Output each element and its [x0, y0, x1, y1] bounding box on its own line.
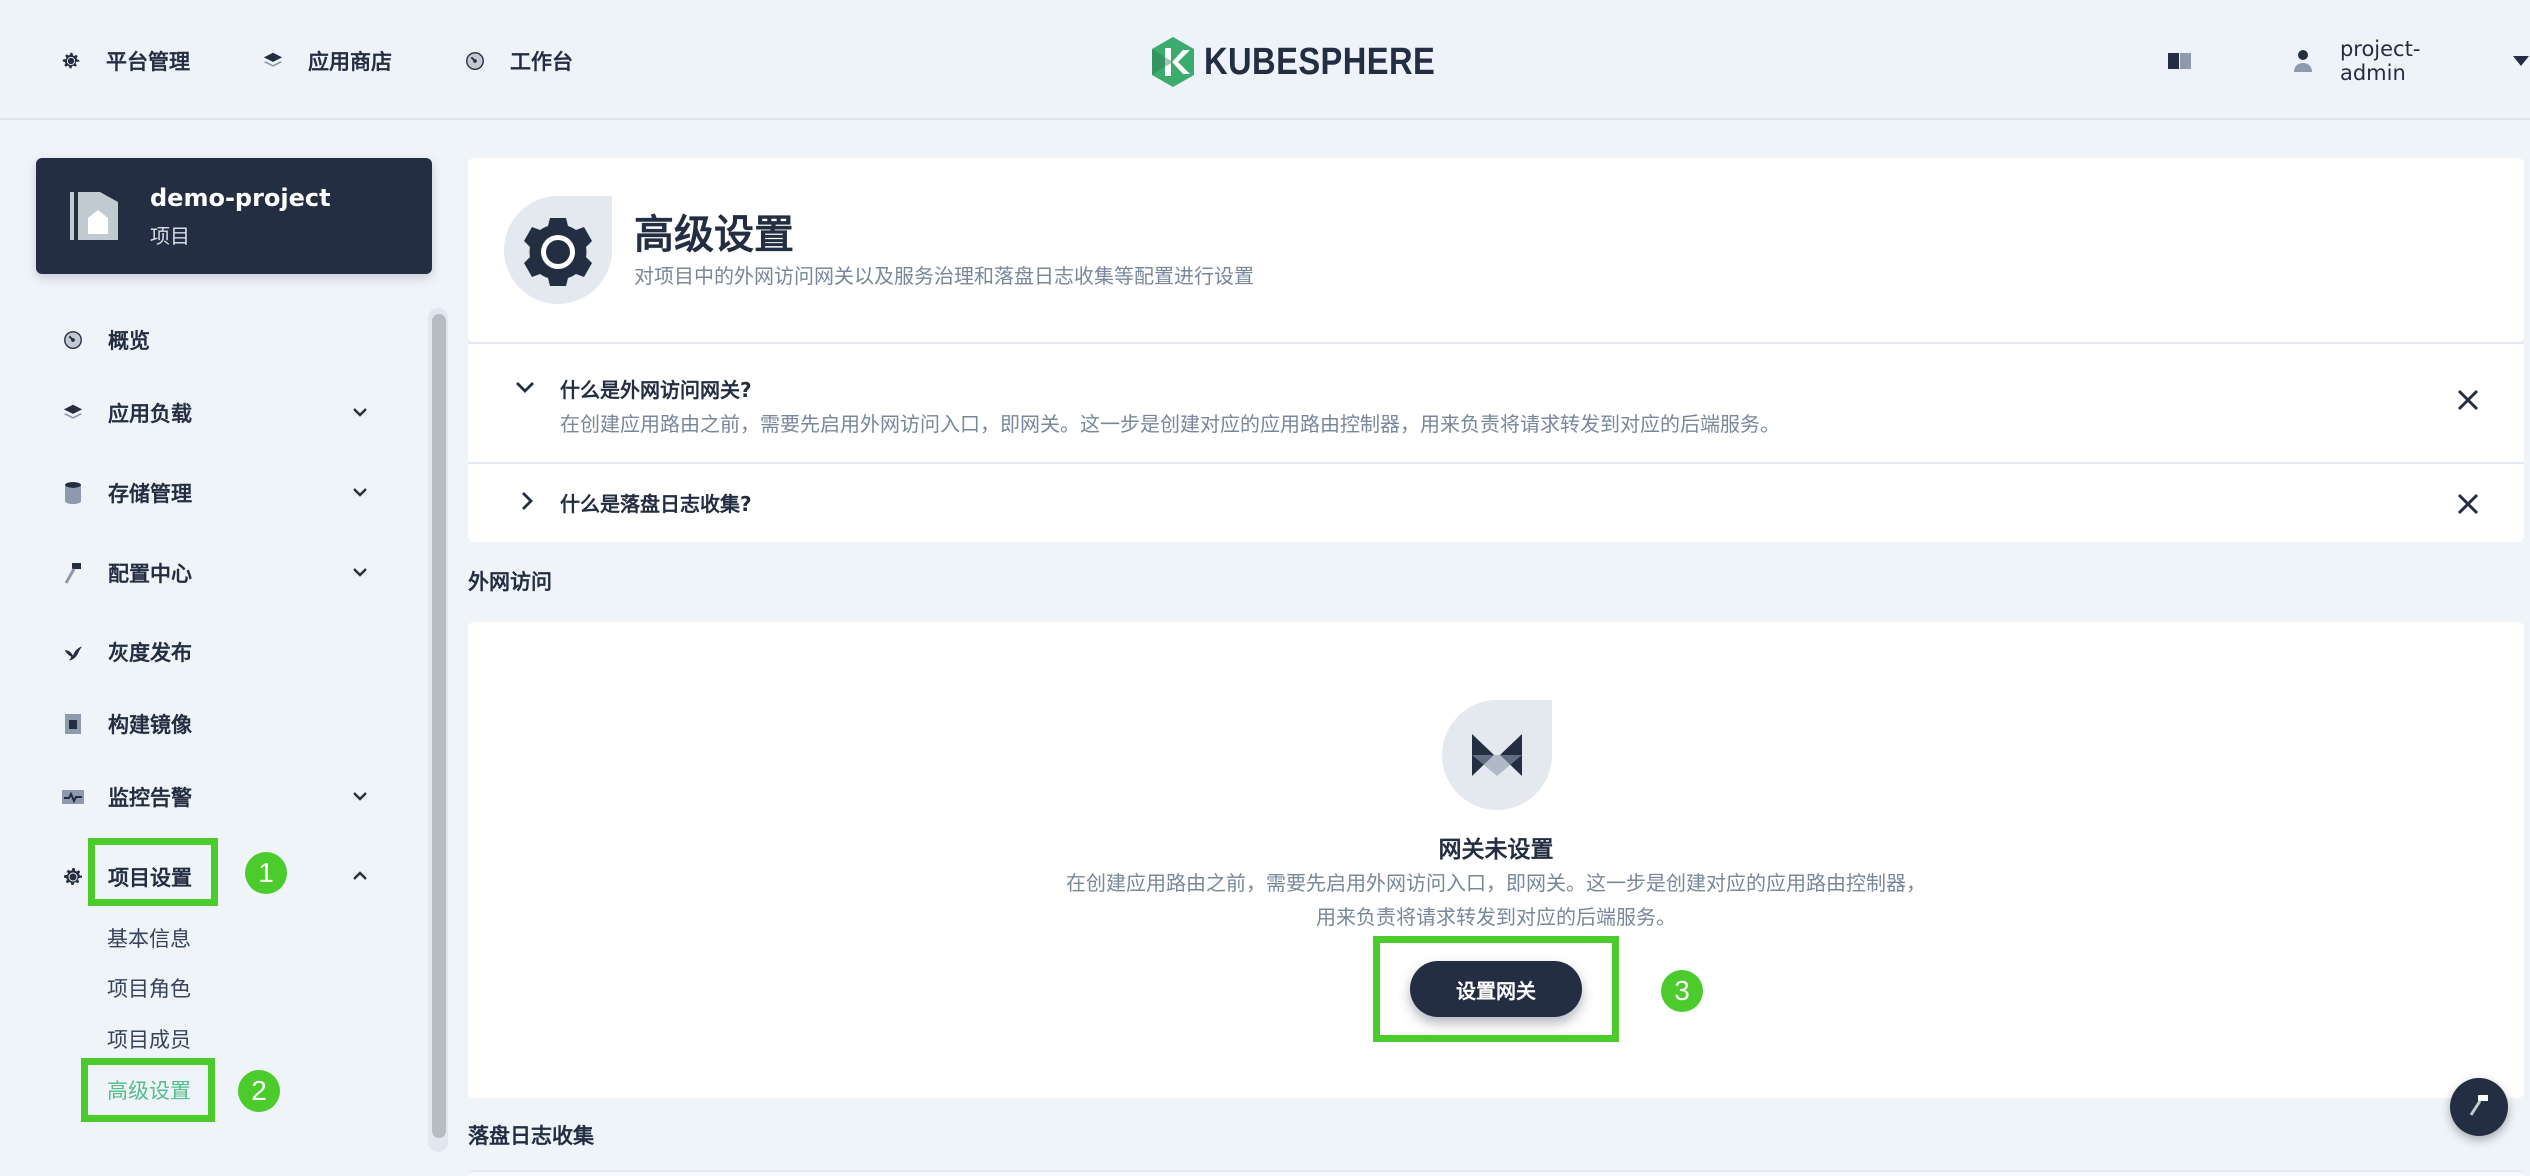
documentation-icon[interactable]	[2166, 48, 2194, 74]
tip-title: 什么是落盘日志收集?	[560, 492, 752, 516]
kubesphere-logo-icon	[1152, 37, 1194, 87]
sidebar-item-label: 存储管理	[108, 482, 192, 506]
sidebar-item-label: 应用负载	[108, 402, 192, 426]
bird-icon	[60, 639, 86, 665]
highlight-project-settings	[88, 838, 218, 906]
tip-gateway[interactable]: 什么是外网访问网关? 在创建应用路由之前，需要先启用外网访问入口，即网关。这一步…	[468, 342, 2524, 462]
chevron-down-icon	[350, 482, 370, 507]
page-title: 高级设置	[634, 212, 794, 258]
dashboard-icon	[462, 48, 488, 74]
sidebar-item-overview[interactable]: 概览	[60, 318, 380, 362]
sidebar-item-label: 灰度发布	[108, 641, 192, 665]
sidebar-item-grayscale-release[interactable]: 灰度发布	[60, 630, 380, 674]
toolbox-button[interactable]	[2450, 1078, 2508, 1136]
hammer-icon	[2466, 1092, 2492, 1122]
step-badge-1: 1	[245, 852, 287, 894]
chevron-down-icon	[350, 786, 370, 811]
monitor-icon	[60, 784, 86, 810]
gear-icon	[60, 864, 86, 890]
sidebar-subitem-basic-info[interactable]: 基本信息	[107, 920, 191, 956]
empty-state-description: 用来负责将请求转发到对应的后端服务。	[1316, 905, 1676, 929]
sidebar-item-label: 构建镜像	[108, 713, 192, 737]
chevron-down-icon	[350, 402, 370, 427]
sidebar-subitem-project-roles[interactable]: 项目角色	[107, 970, 191, 1006]
sidebar-scrollbar-thumb[interactable]	[432, 314, 446, 1138]
tip-title: 什么是外网访问网关?	[560, 378, 752, 402]
nav-app-store[interactable]: 应用商店	[260, 40, 392, 82]
user-menu[interactable]: project-admin	[2292, 37, 2530, 85]
user-icon	[2292, 48, 2318, 74]
sidebar-item-monitoring[interactable]: 监控告警	[60, 775, 380, 819]
database-icon	[60, 480, 86, 506]
kubesphere-logo[interactable]: KUBESPHERE	[1150, 32, 1473, 92]
step-badge-2: 2	[238, 1070, 280, 1112]
brand-name: KUBESPHERE	[1204, 40, 1436, 83]
project-type: 项目	[150, 223, 190, 248]
nav-item-label: 应用商店	[308, 50, 392, 74]
layers-icon	[260, 48, 286, 74]
project-card[interactable]: demo-project 项目	[36, 158, 432, 274]
tip-log-collection[interactable]: 什么是落盘日志收集?	[468, 462, 2524, 542]
nav-item-label: 平台管理	[106, 50, 190, 74]
sidebar-item-storage[interactable]: 存储管理	[60, 471, 380, 515]
sidebar-item-configuration[interactable]: 配置中心	[60, 551, 380, 595]
sidebar-item-label: 配置中心	[108, 562, 192, 586]
chevron-up-icon	[350, 866, 370, 891]
nav-item-label: 工作台	[510, 50, 573, 74]
section-label-gateway: 外网访问	[468, 570, 552, 594]
dashboard-icon	[60, 327, 86, 353]
step-badge-3: 3	[1661, 970, 1703, 1012]
image-builder-icon	[60, 711, 86, 737]
chevron-right-icon[interactable]	[516, 490, 538, 516]
sidebar-item-label: 概览	[108, 329, 150, 353]
highlight-set-gateway	[1373, 936, 1619, 1042]
project-name: demo-project	[150, 183, 331, 212]
username: project-admin	[2339, 37, 2421, 85]
hammer-icon	[60, 560, 86, 586]
sidebar-item-label: 监控告警	[108, 786, 192, 810]
close-icon[interactable]	[2456, 388, 2480, 416]
gateway-icon	[1442, 700, 1552, 814]
log-collection-card	[468, 1170, 2524, 1176]
project-icon	[66, 188, 122, 244]
close-icon[interactable]	[2456, 492, 2480, 520]
sidebar-item-workloads[interactable]: 应用负载	[60, 391, 380, 435]
empty-state-title: 网关未设置	[1438, 837, 1554, 863]
nav-platform-management[interactable]: 平台管理	[58, 40, 190, 82]
gear-icon	[58, 48, 84, 74]
nav-workbench[interactable]: 工作台	[462, 40, 573, 82]
sidebar-item-image-builder[interactable]: 构建镜像	[60, 702, 380, 746]
sidebar-subitem-project-members[interactable]: 项目成员	[107, 1021, 191, 1057]
chevron-down-icon	[350, 562, 370, 587]
layers-icon	[60, 400, 86, 426]
highlight-advanced-settings	[81, 1058, 215, 1122]
tip-text: 在创建应用路由之前，需要先启用外网访问入口，即网关。这一步是创建对应的应用路由控…	[560, 412, 1780, 436]
advanced-settings-icon	[504, 196, 612, 306]
page-description: 对项目中的外网访问网关以及服务治理和落盘日志收集等配置进行设置	[634, 264, 1254, 288]
chevron-down-icon	[2512, 55, 2530, 67]
empty-state-description: 在创建应用路由之前，需要先启用外网访问入口，即网关。这一步是创建对应的应用路由控…	[1066, 871, 1926, 895]
section-label-log-collection: 落盘日志收集	[468, 1124, 594, 1148]
chevron-down-icon[interactable]	[514, 376, 536, 402]
